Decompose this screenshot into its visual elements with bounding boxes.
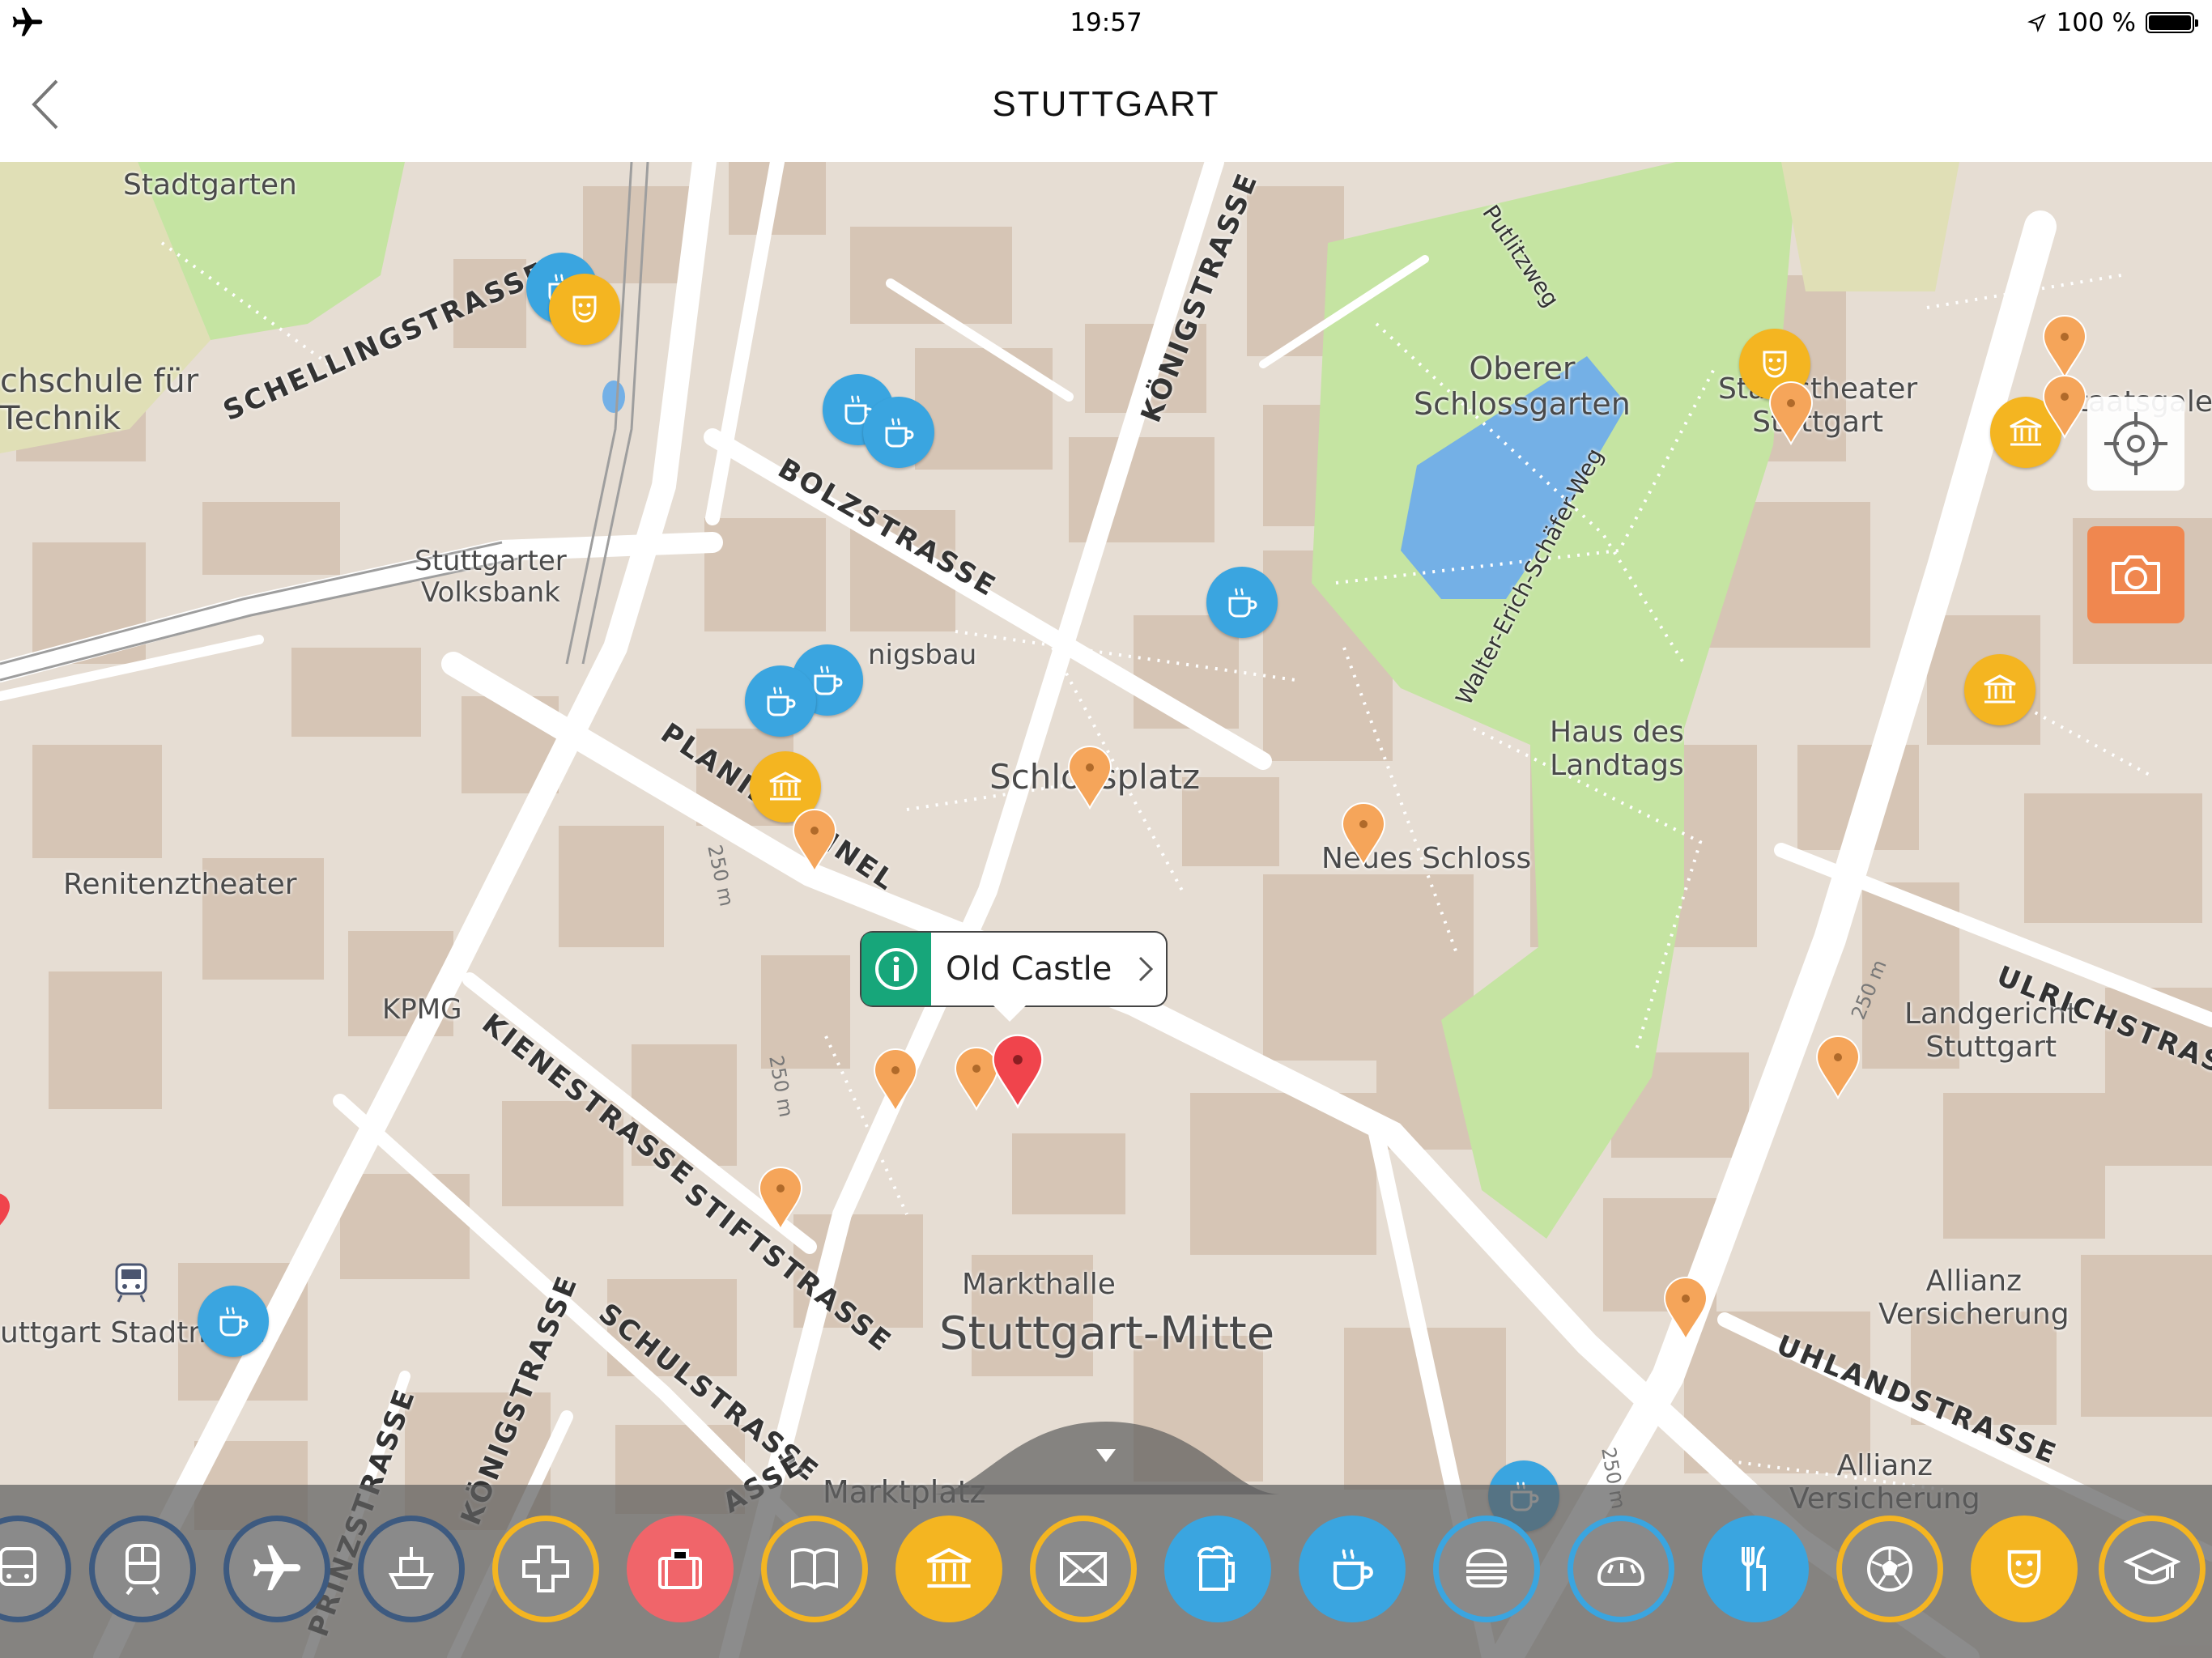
sight-pin[interactable]: [756, 1166, 805, 1231]
place-label: Stadtgarten: [123, 168, 297, 202]
coffee-icon: [767, 687, 796, 716]
luggage-icon: [658, 1549, 702, 1589]
theater-mask-icon: [2007, 1550, 2041, 1588]
place-label: Allianz Versicherung: [1878, 1265, 2069, 1332]
sight-pin[interactable]: [790, 808, 839, 873]
bus-icon: [0, 1547, 36, 1586]
train-icon: [125, 1544, 160, 1596]
graduation-cap-icon: [2124, 1548, 2180, 1584]
poi-callout[interactable]: Old Castle: [861, 933, 1166, 1022]
category-bakery[interactable]: [1568, 1516, 1674, 1622]
category-museum[interactable]: [895, 1516, 1002, 1622]
selected-sight-pin[interactable]: [989, 1033, 1046, 1109]
info-icon: [875, 948, 917, 990]
category-restaurant[interactable]: [1702, 1516, 1809, 1622]
theater-marker[interactable]: [549, 274, 620, 345]
burger-icon: [1465, 1548, 1508, 1588]
category-education[interactable]: [2099, 1516, 2206, 1622]
sight-pin[interactable]: [2040, 314, 2089, 379]
museum-icon: [769, 772, 802, 801]
category-train[interactable]: [89, 1516, 196, 1622]
navigation-bar: STUTTGART: [0, 45, 2212, 163]
info-button[interactable]: [861, 933, 931, 1005]
sight-pin[interactable]: [1814, 1035, 1862, 1099]
place-label: nigsbau: [868, 639, 977, 671]
coffee-icon: [885, 418, 914, 448]
sight-pin[interactable]: [2040, 374, 2089, 439]
mail-icon: [1060, 1552, 1107, 1586]
status-bar: 19:57 100 %: [0, 0, 2212, 45]
sight-pin[interactable]: [1339, 801, 1388, 866]
battery-percent: 100 %: [2056, 8, 2136, 37]
cutlery-icon: [1742, 1545, 1766, 1591]
place-label: Markthalle: [962, 1268, 1116, 1301]
category-post[interactable]: [1030, 1516, 1137, 1622]
cafe-marker[interactable]: [863, 397, 934, 468]
page-title: STUTTGART: [992, 84, 1220, 124]
category-airport[interactable]: [223, 1516, 330, 1622]
train-station-icon[interactable]: [112, 1261, 151, 1303]
category-tray: [0, 1485, 2212, 1658]
coffee-icon: [219, 1307, 249, 1337]
coffee-icon: [1228, 588, 1257, 618]
category-health[interactable]: [492, 1516, 599, 1622]
place-label: Oberer Schlossgarten: [1414, 351, 1631, 422]
sight-pin[interactable]: [1066, 745, 1114, 810]
chevron-right-icon: [1138, 956, 1154, 982]
sight-pin[interactable]: [1767, 380, 1815, 445]
locate-me-button[interactable]: [2087, 397, 2184, 491]
place-label: Stuttgart-Mitte: [939, 1307, 1275, 1360]
crosshair-icon: [2104, 412, 2167, 475]
cafe-marker[interactable]: [745, 665, 816, 737]
sight-pin[interactable]: [1661, 1276, 1710, 1341]
airplane-icon: [253, 1545, 301, 1591]
theater-mask-icon: [1763, 351, 1787, 378]
place-label: chschule für Technik: [0, 363, 199, 437]
clock: 19:57: [1070, 8, 1142, 37]
category-ship[interactable]: [358, 1516, 465, 1622]
category-theater[interactable]: [1971, 1516, 2078, 1622]
place-label: Haus des Landtags: [1550, 716, 1684, 783]
category-bus[interactable]: [0, 1516, 71, 1622]
book-icon: [791, 1548, 838, 1590]
place-label: Renitenztheater: [63, 868, 297, 901]
museum-icon: [926, 1547, 972, 1588]
category-fastfood[interactable]: [1433, 1516, 1540, 1622]
place-label: KPMG: [382, 993, 462, 1026]
category-beer[interactable]: [1164, 1516, 1271, 1622]
camera-icon: [2112, 555, 2160, 594]
sight-pin[interactable]: [871, 1048, 920, 1112]
museum-icon: [1984, 674, 2016, 704]
red-pin-edge[interactable]: [0, 1190, 11, 1239]
museum-marker[interactable]: [1964, 654, 2035, 725]
category-luggage[interactable]: [627, 1516, 734, 1622]
camera-button[interactable]: [2087, 526, 2184, 623]
category-sports[interactable]: [1836, 1516, 1943, 1622]
bread-icon: [1597, 1556, 1645, 1586]
category-cafe[interactable]: [1299, 1516, 1406, 1622]
soccer-icon: [1867, 1546, 1912, 1592]
beer-icon: [1197, 1545, 1235, 1591]
theater-mask-icon: [572, 295, 597, 323]
plus-icon: [522, 1545, 569, 1592]
category-library[interactable]: [761, 1516, 868, 1622]
tray-handle[interactable]: [931, 1422, 1281, 1494]
callout-title: Old Castle: [946, 950, 1112, 988]
coffee-icon: [1333, 1549, 1373, 1590]
location-arrow-icon: [2027, 14, 2046, 32]
place-label: Stuttgarter Volksbank: [415, 545, 567, 610]
ship-icon: [388, 1547, 435, 1589]
battery-icon: [2146, 12, 2198, 33]
cafe-marker[interactable]: [1206, 567, 1278, 638]
cafe-marker[interactable]: [198, 1286, 269, 1357]
